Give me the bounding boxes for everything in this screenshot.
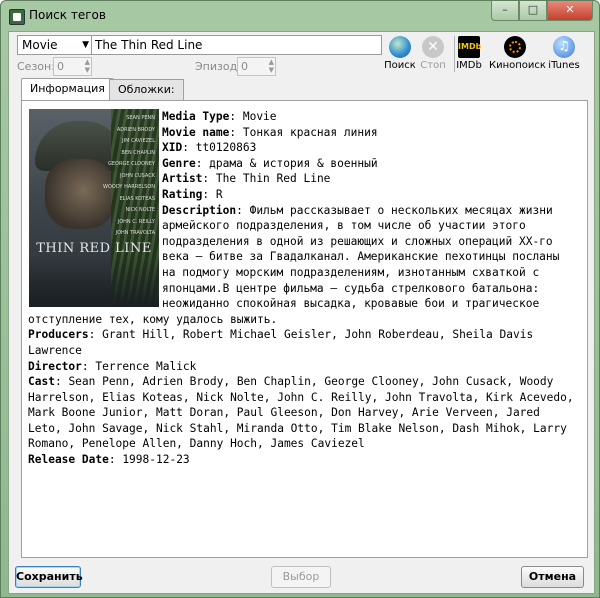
close-button[interactable]: ✕ [547,1,593,21]
globe-search-icon [389,36,411,58]
stop-button-label: Стоп [420,60,446,71]
poster-title: THIN RED LINE [36,241,152,256]
poster-cast-name: SEAN PENN [126,115,155,121]
maximize-button[interactable]: □ [519,1,547,21]
field-label: Director [28,359,82,373]
episode-label: Эпизод: [195,60,241,73]
media-type-select[interactable]: Movie ▼ [17,35,93,55]
imdb-button[interactable]: IMDb IMDb [447,34,491,74]
tab-information[interactable]: Информация [21,78,114,101]
rating-value: R [215,187,223,201]
maximize-icon: □ [527,3,539,16]
field-label: XID [162,141,183,155]
field-label: Artist [162,172,203,186]
director-value: Terrence Malick [95,359,197,373]
director-row: Director: Terrence Malick [28,359,197,373]
close-icon: ✕ [565,3,575,16]
field-label: Cast [28,375,55,389]
window-controls: – □ ✕ [491,1,593,21]
season-spinbox[interactable]: 0 ▲ ▼ [53,57,92,76]
itunes-button-label: iTunes [548,60,580,71]
cast-value: Sean Penn, Adrien Brody, Ben Chaplin, Ge… [28,375,574,451]
poster-cast-name: JOHN C. REILLY [117,218,155,225]
movie-name-value: Тонкая красная линия [242,125,378,139]
xid-value: tt0120863 [195,141,257,155]
field-label: Description [162,203,237,217]
poster-cast-name: GEORGE CLOONEY [108,161,155,167]
info-text: SEAN PENN ADRIEN BRODY JIM CAVIEZEL BEN … [28,109,577,549]
poster-cast-name: WOODY HARRELSON [103,184,155,190]
field-label: Producers [28,328,89,342]
media-type-value: Movie [22,38,58,52]
chevron-down-icon: ▼ [82,40,89,50]
spin-arrows-icon: ▲ ▼ [268,58,274,74]
minimize-button[interactable]: – [491,1,519,21]
poster-cast-name: JIM CAVIEZEL [122,138,155,144]
minimize-icon: – [502,3,508,16]
field-label: Media Type [162,110,230,123]
field-label: Movie name [162,125,230,139]
poster-cast-names: SEAN PENN ADRIEN BRODY JIM CAVIEZEL BEN … [95,113,155,240]
episode-value: 0 [241,60,248,73]
field-label: Release Date [28,453,109,467]
select-button[interactable]: Выбор [271,566,331,588]
field-label: Genre [162,156,196,170]
app-icon [9,9,25,25]
producers-row: Producers: Grant Hill, Robert Michael Ge… [28,328,534,357]
season-label: Сезон: [17,60,55,73]
poster-cast-name: JOHN TRAVOLTA [115,230,155,236]
artist-value: The Thin Red Line [215,172,331,186]
itunes-button[interactable]: ♫ iTunes [542,34,586,74]
save-button[interactable]: Сохранить [15,566,83,588]
genre-value: драма & история & военный [209,156,378,170]
dialog-client-area: Movie ▼ The Thin Red Line Сезон: 0 ▲ ▼ Эп… [8,31,595,594]
title-bar[interactable]: Поиск тегов – □ ✕ [1,1,599,31]
cancel-button[interactable]: Отмена [521,566,584,588]
spin-arrows-icon: ▲ ▼ [84,58,90,74]
kinopoisk-icon [504,36,526,58]
tab-covers[interactable]: Обложки: (13) [109,79,184,116]
cancel-button-label: Отмена [528,570,577,583]
cover-image: SEAN PENN ADRIEN BRODY JIM CAVIEZEL BEN … [29,109,159,307]
search-input[interactable]: The Thin Red Line [91,35,382,55]
poster-cast-name: ADRIEN BRODY [116,126,155,133]
imdb-icon: IMDb [458,36,481,58]
poster-shadow [29,255,159,307]
imdb-button-label: IMDb [456,60,482,71]
poster-cast-name: ELIAS KOTEAS [119,195,155,202]
kinopoisk-button[interactable]: Кинопоиск [489,34,546,74]
cast-row: Cast: Sean Penn, Adrien Brody, Ben Chapl… [28,375,574,451]
episode-spinbox[interactable]: 0 ▲ ▼ [237,57,276,76]
kinopoisk-button-label: Кинопоиск [489,60,546,71]
field-label: Rating [162,187,203,201]
release-date-value: 1998-12-23 [122,453,190,467]
info-panel: SEAN PENN ADRIEN BRODY JIM CAVIEZEL BEN … [21,100,588,558]
poster-cast-name: NICK NOLTE [125,207,155,213]
tag-search-window: Поиск тегов – □ ✕ Movie ▼ The Thin Red L… [0,0,600,598]
itunes-icon: ♫ [553,36,575,58]
window-title: Поиск тегов [29,8,106,22]
producers-value: Grant Hill, Robert Michael Geisler, John… [28,328,534,357]
stop-icon: ✕ [422,36,444,58]
poster-cast-name: JOHN CUSACK [119,172,155,179]
season-value: 0 [57,60,64,73]
poster-cast-name: BEN CHAPLIN [121,149,155,156]
release-date-row: Release Date: 1998-12-23 [28,453,190,467]
media-type-value: Movie [242,110,277,123]
